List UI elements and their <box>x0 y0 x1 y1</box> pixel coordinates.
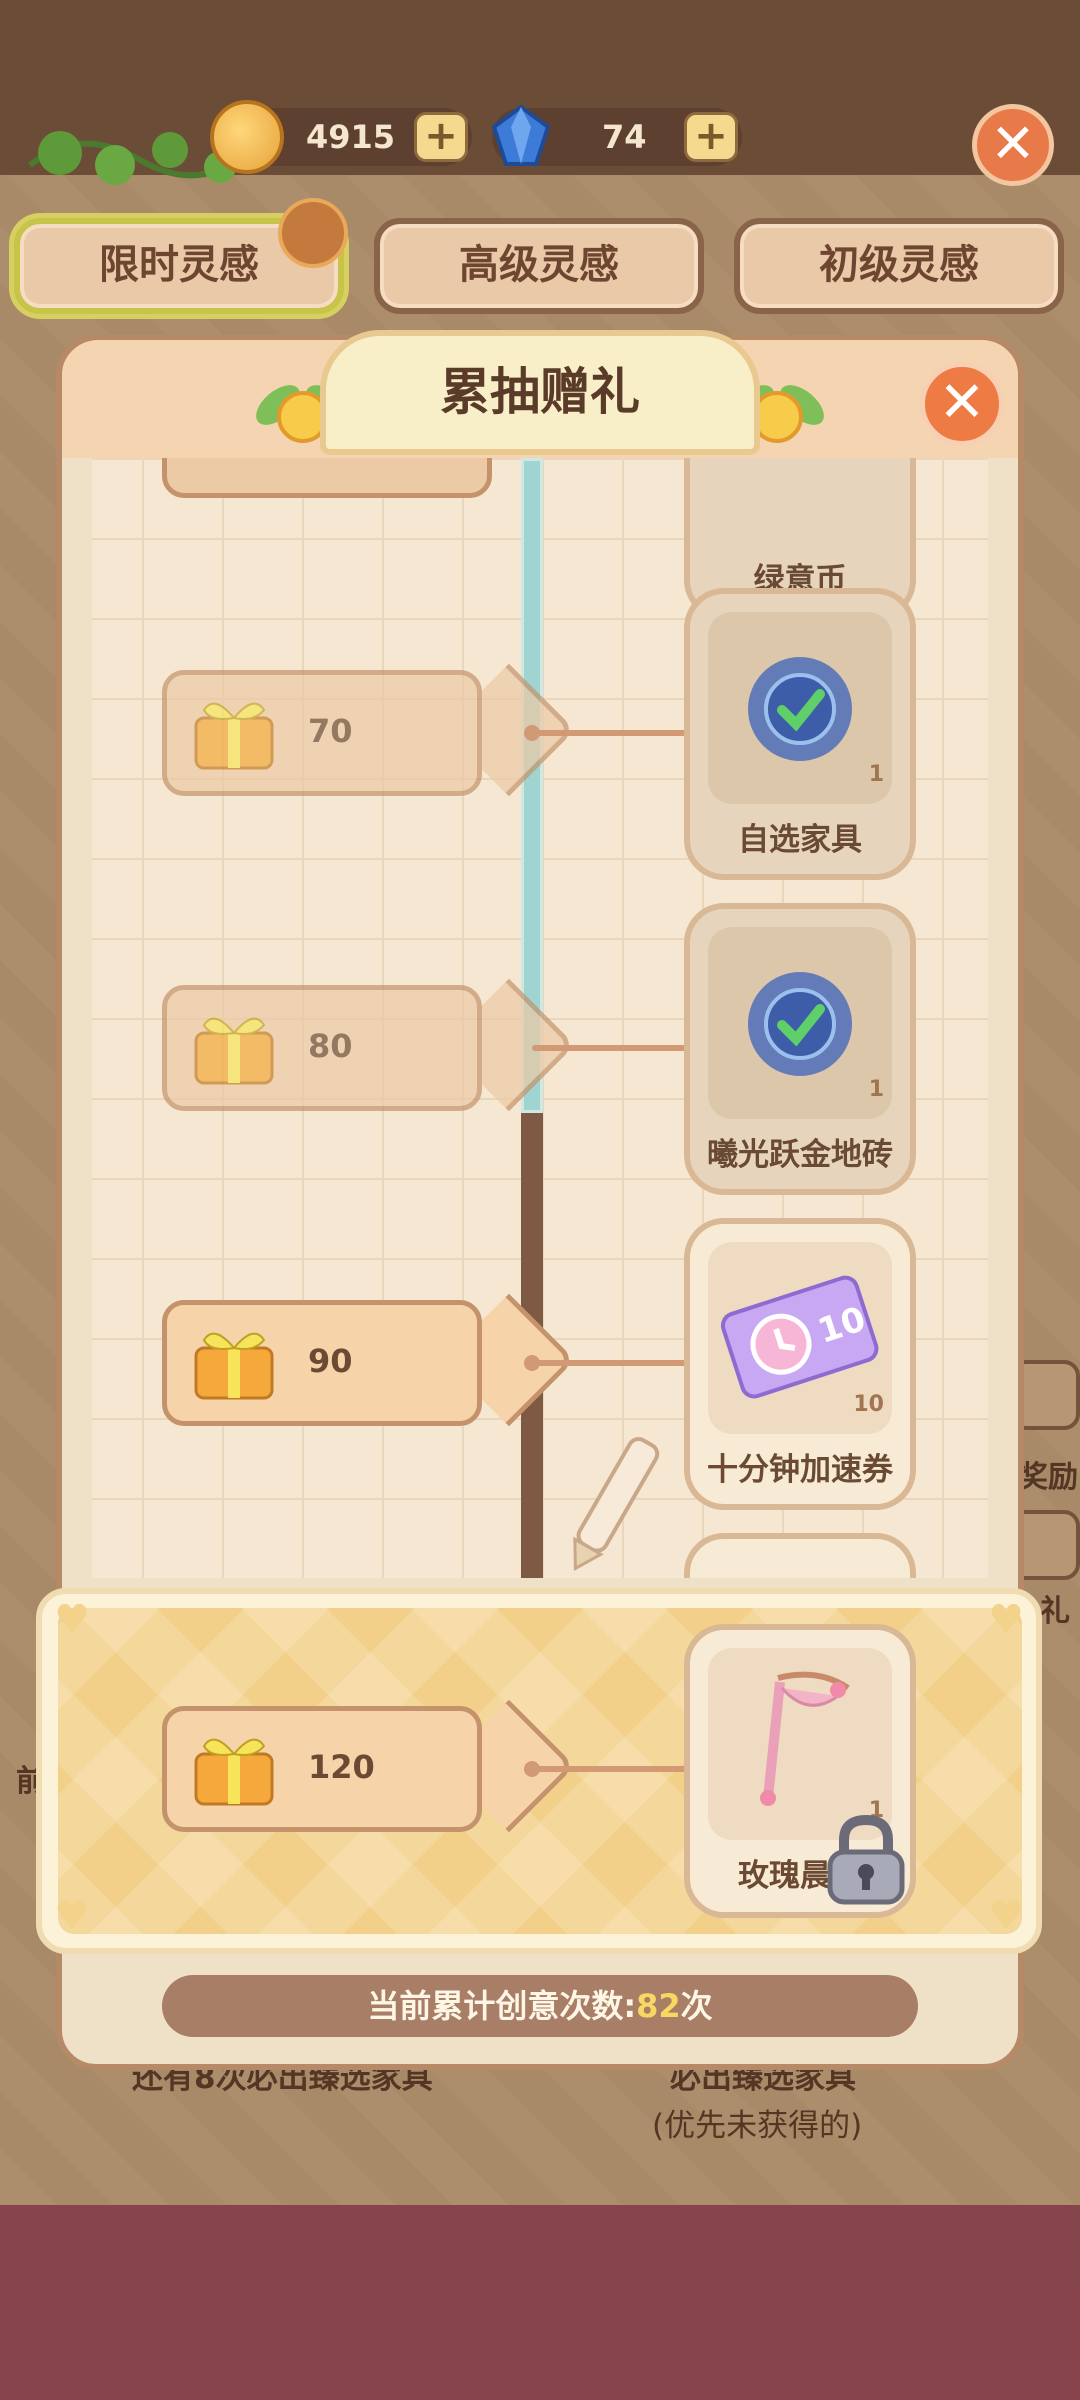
milestone-90: 90 <box>162 1293 576 1427</box>
coin-amount: 4915 <box>306 118 396 156</box>
lock-icon <box>827 1814 905 1905</box>
connector-dot <box>524 1355 540 1371</box>
heart-icon: ♥ <box>988 1893 1024 1939</box>
tab-advanced-inspiration[interactable]: 高级灵感 <box>374 218 704 314</box>
heart-icon: ♥ <box>54 1597 90 1643</box>
milestone-tag-partial <box>162 458 492 498</box>
tab-basic-inspiration[interactable]: 初级灵感 <box>734 218 1064 314</box>
milestone-80: 80 <box>162 978 576 1112</box>
reward-card-floor-tile[interactable]: 1 曦光跃金地砖 <box>684 903 916 1195</box>
gift-icon <box>194 1738 274 1806</box>
connector-dot <box>524 1761 540 1777</box>
add-gems-button[interactable]: + <box>684 112 738 162</box>
lightbulb-icon <box>278 198 348 268</box>
gift-icon <box>194 1332 274 1400</box>
close-icon[interactable]: ✕ <box>972 104 1054 186</box>
connector-dot <box>524 725 540 741</box>
milestone-count: 80 <box>308 1027 353 1065</box>
close-icon[interactable]: ✕ <box>920 362 1004 446</box>
reward-card-speedup-ticket[interactable]: 10 10 十分钟加速券 <box>684 1218 916 1510</box>
reward-name: 曦光跃金地砖 <box>707 1137 893 1173</box>
gift-icon <box>194 1017 274 1085</box>
milestone-count: 90 <box>308 1342 353 1380</box>
gem-counter: 74 + <box>491 104 742 166</box>
claimed-stamp-icon <box>748 657 852 761</box>
reward-quantity: 1 <box>868 1077 884 1102</box>
heart-icon: ♥ <box>54 1893 90 1939</box>
claimed-stamp-icon <box>748 972 852 1076</box>
modal-title: 累抽赠礼 <box>320 330 760 455</box>
pencil-marker-icon <box>573 1437 660 1571</box>
reward-quantity: 1 <box>868 762 884 787</box>
gift-icon <box>194 702 274 770</box>
reward-name: 十分钟加速券 <box>707 1452 893 1488</box>
milestone-count: 70 <box>308 712 353 750</box>
gem-icon <box>491 104 551 166</box>
add-coins-button[interactable]: + <box>414 112 468 162</box>
heart-icon: ♥ <box>988 1597 1024 1643</box>
coin-counter: 4915 + <box>210 100 472 174</box>
count-label: 当前累计创意次数: <box>367 1987 637 2025</box>
milestone-70: 70 <box>162 663 576 797</box>
reward-card-custom-furniture[interactable]: 1 自选家具 <box>684 588 916 880</box>
reward-name: 自选家具 <box>738 822 862 858</box>
count-value: 82 <box>636 1987 681 2025</box>
milestone-list[interactable]: 绿意币 70 1 自选家具 80 1 曦光跃金地砖 90 10 10 十分钟加速… <box>62 458 1018 1578</box>
count-suffix: 次 <box>680 1987 713 2025</box>
coin-icon <box>210 100 284 174</box>
milestone-count: 120 <box>308 1748 375 1786</box>
gem-amount: 74 <box>602 118 647 156</box>
milestone-120: 120 <box>162 1699 576 1833</box>
cumulative-count-bar: 当前累计创意次数:82次 <box>162 1975 918 2037</box>
reward-card-next[interactable] <box>684 1533 916 1578</box>
reward-quantity: 10 <box>853 1392 884 1417</box>
